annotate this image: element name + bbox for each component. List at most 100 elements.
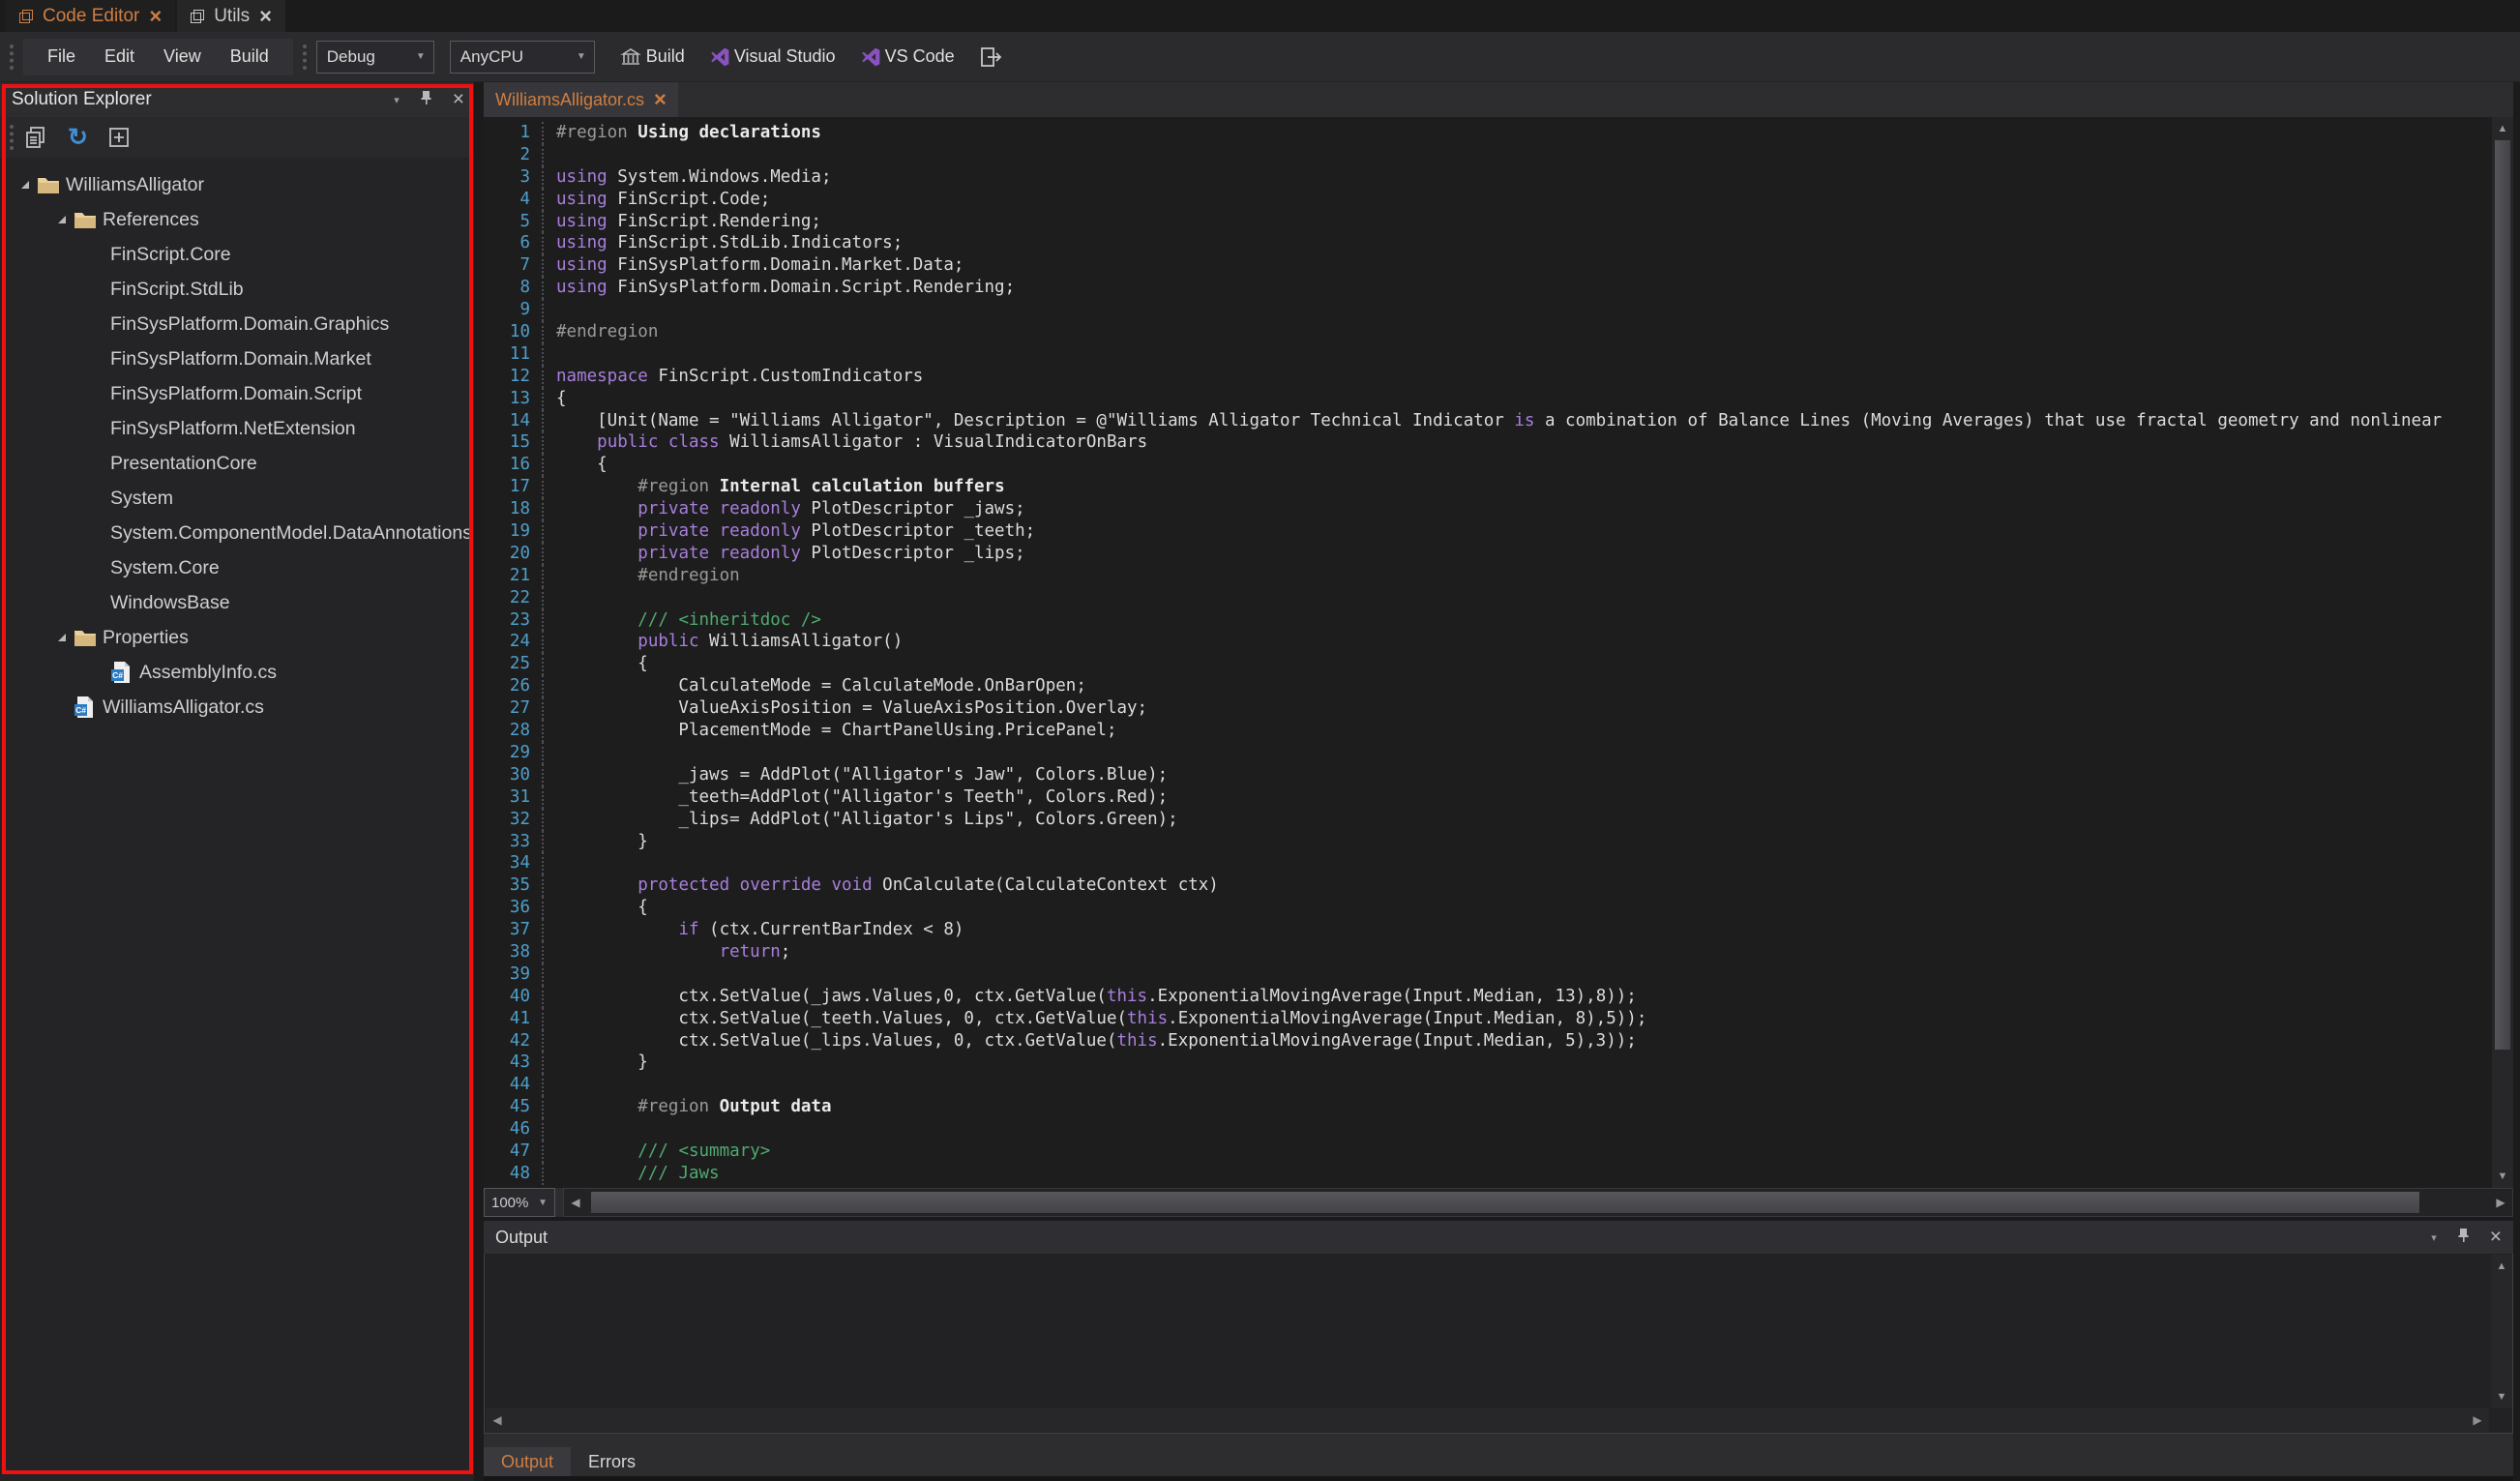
code-line-8[interactable]: 8using FinSysPlatform.Domain.Script.Rend…: [484, 277, 2513, 299]
tree-item-references[interactable]: References: [0, 202, 474, 237]
code-line-29[interactable]: 29: [484, 742, 2513, 764]
code-line-4[interactable]: 4using FinScript.Code;: [484, 189, 2513, 211]
code-line-26[interactable]: 26 CalculateMode = CalculateMode.OnBarOp…: [484, 675, 2513, 697]
tree-item-properties[interactable]: Properties: [0, 620, 474, 655]
code-line-11[interactable]: 11: [484, 343, 2513, 366]
tree-item-finsysplatform-domain-script[interactable]: FinSysPlatform.Domain.Script: [0, 376, 474, 411]
close-icon[interactable]: ×: [149, 10, 162, 23]
code-line-28[interactable]: 28 PlacementMode = ChartPanelUsing.Price…: [484, 720, 2513, 742]
editor-vscroll-thumb[interactable]: [2495, 140, 2510, 1050]
tree-item-williamsalligator[interactable]: WilliamsAlligator: [0, 167, 474, 202]
output-vertical-scrollbar[interactable]: ▲ ▼: [2491, 1255, 2512, 1408]
code-line-30[interactable]: 30 _jaws = AddPlot("Alligator's Jaw", Co…: [484, 764, 2513, 786]
code-line-45[interactable]: 45 #region Output data: [484, 1096, 2513, 1118]
tree-item-windowsbase[interactable]: WindowsBase: [0, 585, 474, 620]
platform-dropdown[interactable]: AnyCPU ▼: [450, 41, 595, 74]
code-line-42[interactable]: 42 ctx.SetValue(_lips.Values, 0, ctx.Get…: [484, 1030, 2513, 1052]
editor-vertical-scrollbar[interactable]: ▲ ▼: [2492, 117, 2513, 1188]
code-line-40[interactable]: 40 ctx.SetValue(_jaws.Values,0, ctx.GetV…: [484, 986, 2513, 1008]
refresh-icon[interactable]: ↻: [68, 127, 88, 148]
scroll-right-icon[interactable]: ▶: [2489, 1189, 2512, 1216]
explorer-toolbar-grip[interactable]: [10, 125, 14, 150]
code-line-24[interactable]: 24 public WilliamsAlligator(): [484, 631, 2513, 653]
code-line-27[interactable]: 27 ValueAxisPosition = ValueAxisPosition…: [484, 697, 2513, 720]
scroll-down-icon[interactable]: ▼: [2491, 1387, 2512, 1407]
editor-tab-williamsalligator[interactable]: WilliamsAlligator.cs ×: [484, 82, 678, 117]
expander-icon[interactable]: [50, 216, 74, 223]
menu-item-file[interactable]: File: [33, 46, 90, 67]
code-line-22[interactable]: 22: [484, 587, 2513, 609]
code-line-36[interactable]: 36 {: [484, 897, 2513, 919]
vscode-button[interactable]: VS Code: [861, 46, 955, 67]
scroll-down-icon[interactable]: ▼: [2492, 1167, 2513, 1186]
editor-hscroll-thumb[interactable]: [591, 1192, 2419, 1213]
code-line-6[interactable]: 6using FinScript.StdLib.Indicators;: [484, 232, 2513, 254]
code-line-17[interactable]: 17 #region Internal calculation buffers: [484, 476, 2513, 498]
code-line-14[interactable]: 14 [Unit(Name = "Williams Alligator", De…: [484, 410, 2513, 432]
code-line-23[interactable]: 23 /// <inheritdoc />: [484, 609, 2513, 632]
chevron-down-icon[interactable]: ▾: [2431, 1231, 2437, 1244]
code-line-32[interactable]: 32 _lips= AddPlot("Alligator's Lips", Co…: [484, 809, 2513, 831]
expander-icon[interactable]: [50, 634, 74, 641]
code-editor-surface[interactable]: 1#region Using declarations23using Syste…: [484, 117, 2513, 1188]
tree-item-system-core[interactable]: System.Core: [0, 550, 474, 585]
scroll-right-icon[interactable]: ▶: [2466, 1408, 2489, 1432]
pin-icon[interactable]: [2456, 1228, 2471, 1248]
toolbar-grip-2[interactable]: [303, 44, 307, 70]
close-icon[interactable]: ×: [453, 92, 464, 107]
code-line-41[interactable]: 41 ctx.SetValue(_teeth.Values, 0, ctx.Ge…: [484, 1008, 2513, 1030]
code-line-2[interactable]: 2: [484, 144, 2513, 166]
configuration-dropdown[interactable]: Debug ▼: [316, 41, 434, 74]
add-item-button[interactable]: [107, 126, 131, 149]
tree-item-system-componentmodel-dataannotations[interactable]: System.ComponentModel.DataAnnotations: [0, 516, 474, 550]
visual-studio-button[interactable]: Visual Studio: [710, 46, 836, 67]
code-line-10[interactable]: 10#endregion: [484, 321, 2513, 343]
tree-item-presentationcore[interactable]: PresentationCore: [0, 446, 474, 481]
output-tab-output[interactable]: Output: [484, 1447, 571, 1476]
tree-item-finscript-stdlib[interactable]: FinScript.StdLib: [0, 272, 474, 307]
code-line-46[interactable]: 46: [484, 1118, 2513, 1140]
code-line-35[interactable]: 35 protected override void OnCalculate(C…: [484, 874, 2513, 897]
code-line-25[interactable]: 25 {: [484, 653, 2513, 675]
copy-files-button[interactable]: [23, 125, 48, 150]
code-line-48[interactable]: 48 /// Jaws: [484, 1163, 2513, 1185]
export-button[interactable]: [980, 46, 1003, 68]
code-line-39[interactable]: 39: [484, 963, 2513, 986]
tree-item-finsysplatform-domain-graphics[interactable]: FinSysPlatform.Domain.Graphics: [0, 307, 474, 341]
close-icon[interactable]: ×: [259, 10, 272, 23]
expander-icon[interactable]: [14, 181, 37, 189]
code-line-1[interactable]: 1#region Using declarations: [484, 122, 2513, 144]
scroll-up-icon[interactable]: ▲: [2492, 119, 2513, 138]
scroll-up-icon[interactable]: ▲: [2491, 1257, 2512, 1276]
menu-item-view[interactable]: View: [149, 46, 216, 67]
code-line-47[interactable]: 47 /// <summary>: [484, 1140, 2513, 1163]
menu-item-edit[interactable]: Edit: [90, 46, 149, 67]
output-tab-errors[interactable]: Errors: [571, 1447, 653, 1476]
pin-icon[interactable]: [419, 90, 433, 110]
close-icon[interactable]: ×: [654, 93, 667, 106]
tree-item-finsysplatform-domain-market[interactable]: FinSysPlatform.Domain.Market: [0, 341, 474, 376]
editor-horizontal-scrollbar[interactable]: ◀ ▶: [563, 1188, 2513, 1217]
window-tab-code-editor[interactable]: Code Editor×: [6, 0, 175, 32]
code-line-33[interactable]: 33 }: [484, 831, 2513, 853]
code-line-19[interactable]: 19 private readonly PlotDescriptor _teet…: [484, 520, 2513, 543]
build-button[interactable]: Build: [620, 46, 685, 68]
code-line-37[interactable]: 37 if (ctx.CurrentBarIndex < 8): [484, 919, 2513, 941]
tree-item-williamsalligator-cs[interactable]: C#WilliamsAlligator.cs: [0, 690, 474, 725]
code-line-44[interactable]: 44: [484, 1074, 2513, 1096]
code-line-38[interactable]: 38 return;: [484, 941, 2513, 963]
toolbar-grip[interactable]: [10, 44, 14, 70]
menu-item-build[interactable]: Build: [216, 46, 283, 67]
scroll-left-icon[interactable]: ◀: [564, 1189, 587, 1216]
code-line-43[interactable]: 43 }: [484, 1052, 2513, 1074]
output-horizontal-scrollbar[interactable]: ◀ ▶: [486, 1408, 2489, 1432]
code-line-15[interactable]: 15 public class WilliamsAlligator : Visu…: [484, 431, 2513, 454]
tree-item-finscript-core[interactable]: FinScript.Core: [0, 237, 474, 272]
code-line-16[interactable]: 16 {: [484, 454, 2513, 476]
output-panel-content[interactable]: ▲ ▼ ◀ ▶: [484, 1254, 2513, 1434]
code-line-5[interactable]: 5using FinScript.Rendering;: [484, 211, 2513, 233]
tree-item-finsysplatform-netextension[interactable]: FinSysPlatform.NetExtension: [0, 411, 474, 446]
code-line-18[interactable]: 18 private readonly PlotDescriptor _jaws…: [484, 498, 2513, 520]
scroll-left-icon[interactable]: ◀: [486, 1408, 509, 1432]
window-tab-utils[interactable]: Utils×: [177, 0, 285, 32]
